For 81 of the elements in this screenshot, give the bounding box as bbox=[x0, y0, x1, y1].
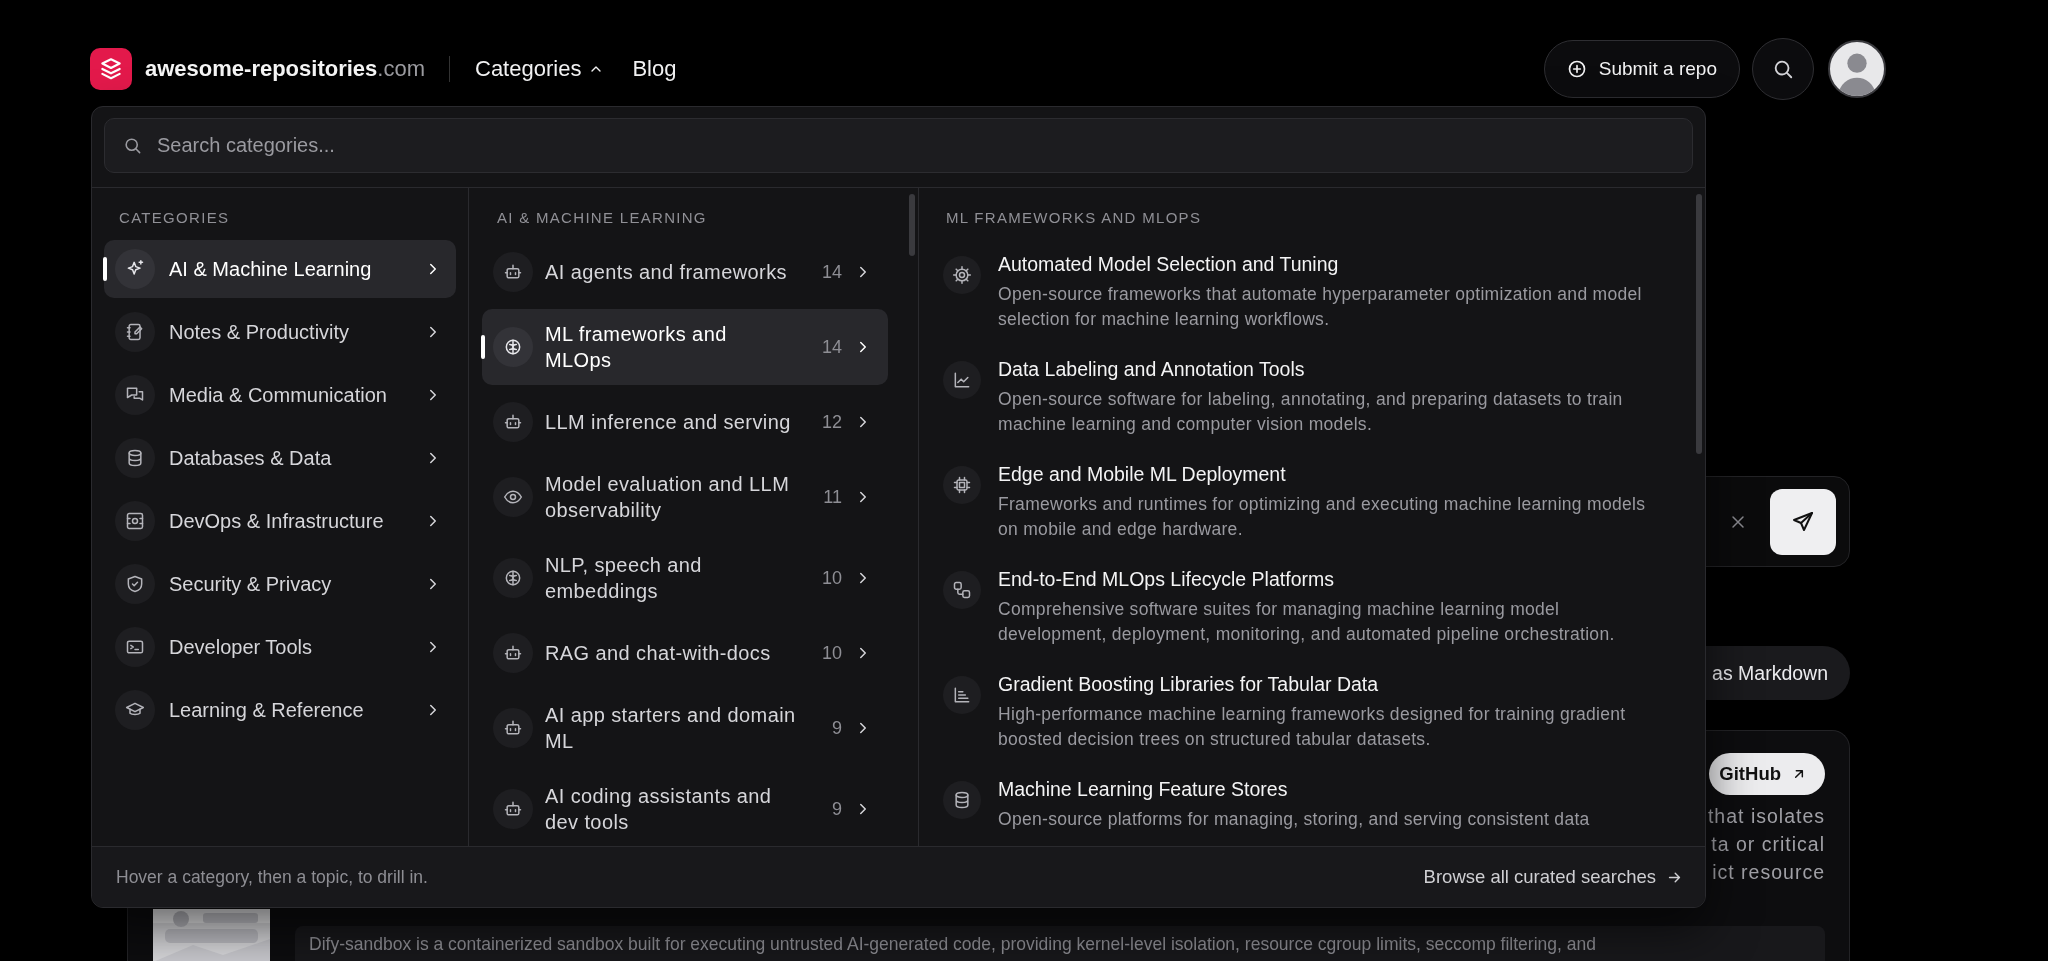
subtopic-description: Comprehensive software suites for managing machine learning model development, deployment, monitoring, and automated pipeline orchestration. bbox=[998, 598, 1616, 646]
item-count: 12 bbox=[820, 411, 842, 434]
subtopic-link[interactable]: Gradient Boosting Libraries for Tabular Data bbox=[998, 671, 1648, 697]
repo-summary: Dify-sandbox is a containerized sandbox built for executing untrusted AI-generated code, providing kernel-level isolation, resource cgroup limits, seccomp filtering, and bbox=[295, 926, 1825, 961]
database-icon bbox=[943, 781, 981, 819]
bar-chart-icon bbox=[943, 676, 981, 714]
avatar[interactable] bbox=[1828, 40, 1886, 98]
nav-link[interactable]: Blog bbox=[632, 56, 677, 82]
plus-icon bbox=[1566, 59, 1587, 79]
item-count: 14 bbox=[820, 261, 842, 284]
robot-icon bbox=[493, 252, 533, 292]
send-button[interactable] bbox=[1770, 488, 1836, 555]
robot-icon bbox=[493, 789, 533, 829]
chip-icon bbox=[943, 466, 981, 504]
category-item[interactable]: Learning & Reference bbox=[104, 681, 456, 739]
footer-hint: Hover a category, then a topic, to drill in. bbox=[116, 866, 428, 888]
item-count: 14 bbox=[820, 336, 842, 359]
subtopic-link[interactable]: Automated Model Selection and Tuning bbox=[998, 251, 1648, 277]
scrollbar-thumb[interactable] bbox=[1696, 194, 1702, 454]
category-item[interactable]: Developer Tools bbox=[104, 618, 456, 676]
robot-icon bbox=[493, 402, 533, 442]
section-heading: CATEGORIES bbox=[119, 209, 231, 226]
notebook-icon bbox=[115, 312, 155, 352]
section-heading: AI & MACHINE LEARNING bbox=[497, 209, 708, 226]
repo-description: ict resource bbox=[1712, 860, 1825, 885]
server-icon bbox=[115, 501, 155, 541]
flowchart-icon bbox=[943, 571, 981, 609]
item-count: 10 bbox=[820, 567, 842, 590]
browse-link[interactable]: Browse all curated searches bbox=[1423, 866, 1683, 888]
subtopic-link[interactable]: Data Labeling and Annotation Tools bbox=[998, 356, 1648, 382]
sparkle-icon bbox=[115, 249, 155, 289]
category-item[interactable]: Security & Privacy bbox=[104, 555, 456, 613]
subtopic-description: Open-source platforms for managing, storing, and serving consistent data bbox=[998, 808, 1590, 831]
topic-item[interactable]: ML frameworks and MLOps 14 bbox=[482, 309, 888, 385]
section-heading: ML FRAMEWORKS AND MLOPS bbox=[946, 209, 1203, 226]
chat-icon bbox=[115, 375, 155, 415]
topic-item[interactable]: Model evaluation and LLM observability 11 bbox=[482, 459, 888, 535]
search-field[interactable]: Search categories... bbox=[104, 118, 1693, 173]
category-item[interactable]: Media & Communication bbox=[104, 366, 456, 424]
github-button[interactable]: GitHub bbox=[1709, 753, 1825, 795]
subtopic-link[interactable]: Machine Learning Feature Stores bbox=[998, 776, 1590, 802]
site-name[interactable]: awesome-repositories.com bbox=[145, 56, 425, 82]
send-icon bbox=[1791, 509, 1815, 534]
repo-description: that isolates bbox=[1707, 804, 1825, 829]
subtopic-description: Frameworks and runtimes for optimizing and executing machine learning models on mobile and edge hardware. bbox=[998, 493, 1647, 541]
database-icon bbox=[115, 438, 155, 478]
terminal-icon bbox=[115, 627, 155, 667]
category-item[interactable]: DevOps & Infrastructure bbox=[104, 492, 456, 550]
topic-item[interactable]: RAG and chat-with-docs 10 bbox=[482, 621, 888, 685]
subtopic-description: Open-source software for labeling, annotating, and preparing datasets to train machine learning and computer vision models. bbox=[998, 388, 1624, 436]
brain-icon bbox=[493, 327, 533, 367]
category-item[interactable]: Notes & Productivity bbox=[104, 303, 456, 361]
search-icon bbox=[123, 136, 142, 155]
subtopic-description: Open-source frameworks that automate hyperparameter optimization and model selection for machine learning workflows. bbox=[998, 283, 1643, 331]
repo-description: ta or critical bbox=[1711, 832, 1825, 857]
line-chart-icon bbox=[943, 361, 981, 399]
category-item[interactable]: AI & Machine Learning bbox=[104, 240, 456, 298]
topic-item[interactable]: AI agents and frameworks 14 bbox=[482, 240, 888, 304]
robot-icon bbox=[493, 633, 533, 673]
search-icon bbox=[1772, 58, 1794, 80]
logo-icon[interactable] bbox=[90, 48, 132, 90]
scrollbar-thumb[interactable] bbox=[909, 194, 915, 256]
subtopic-description: High-performance machine learning frameworks designed for training gradient boosted decision trees on structured tabular datasets. bbox=[998, 703, 1627, 751]
topic-item[interactable]: NLP, speech and embeddings 10 bbox=[482, 540, 888, 616]
subtopic-link[interactable]: Edge and Mobile ML Deployment bbox=[998, 461, 1648, 487]
nav-dropdown[interactable]: Categories bbox=[475, 56, 605, 82]
robot-icon bbox=[493, 708, 533, 748]
shield-icon bbox=[115, 564, 155, 604]
category-item[interactable]: Databases & Data bbox=[104, 429, 456, 487]
topic-item[interactable]: AI app starters and domain ML 9 bbox=[482, 690, 888, 766]
subtopic-link[interactable]: End-to-End MLOps Lifecycle Platforms bbox=[998, 566, 1648, 592]
brain-icon bbox=[493, 558, 533, 598]
submit-button[interactable]: Submit a repo bbox=[1543, 40, 1740, 98]
item-count: 9 bbox=[831, 717, 842, 740]
item-count: 11 bbox=[822, 486, 842, 509]
item-count: 10 bbox=[820, 642, 842, 665]
eye-icon bbox=[493, 477, 533, 517]
topic-item[interactable]: LLM inference and serving 12 bbox=[482, 390, 888, 454]
graduation-cap-icon bbox=[115, 690, 155, 730]
item-count: 9 bbox=[831, 798, 842, 821]
gear-icon bbox=[943, 256, 981, 294]
